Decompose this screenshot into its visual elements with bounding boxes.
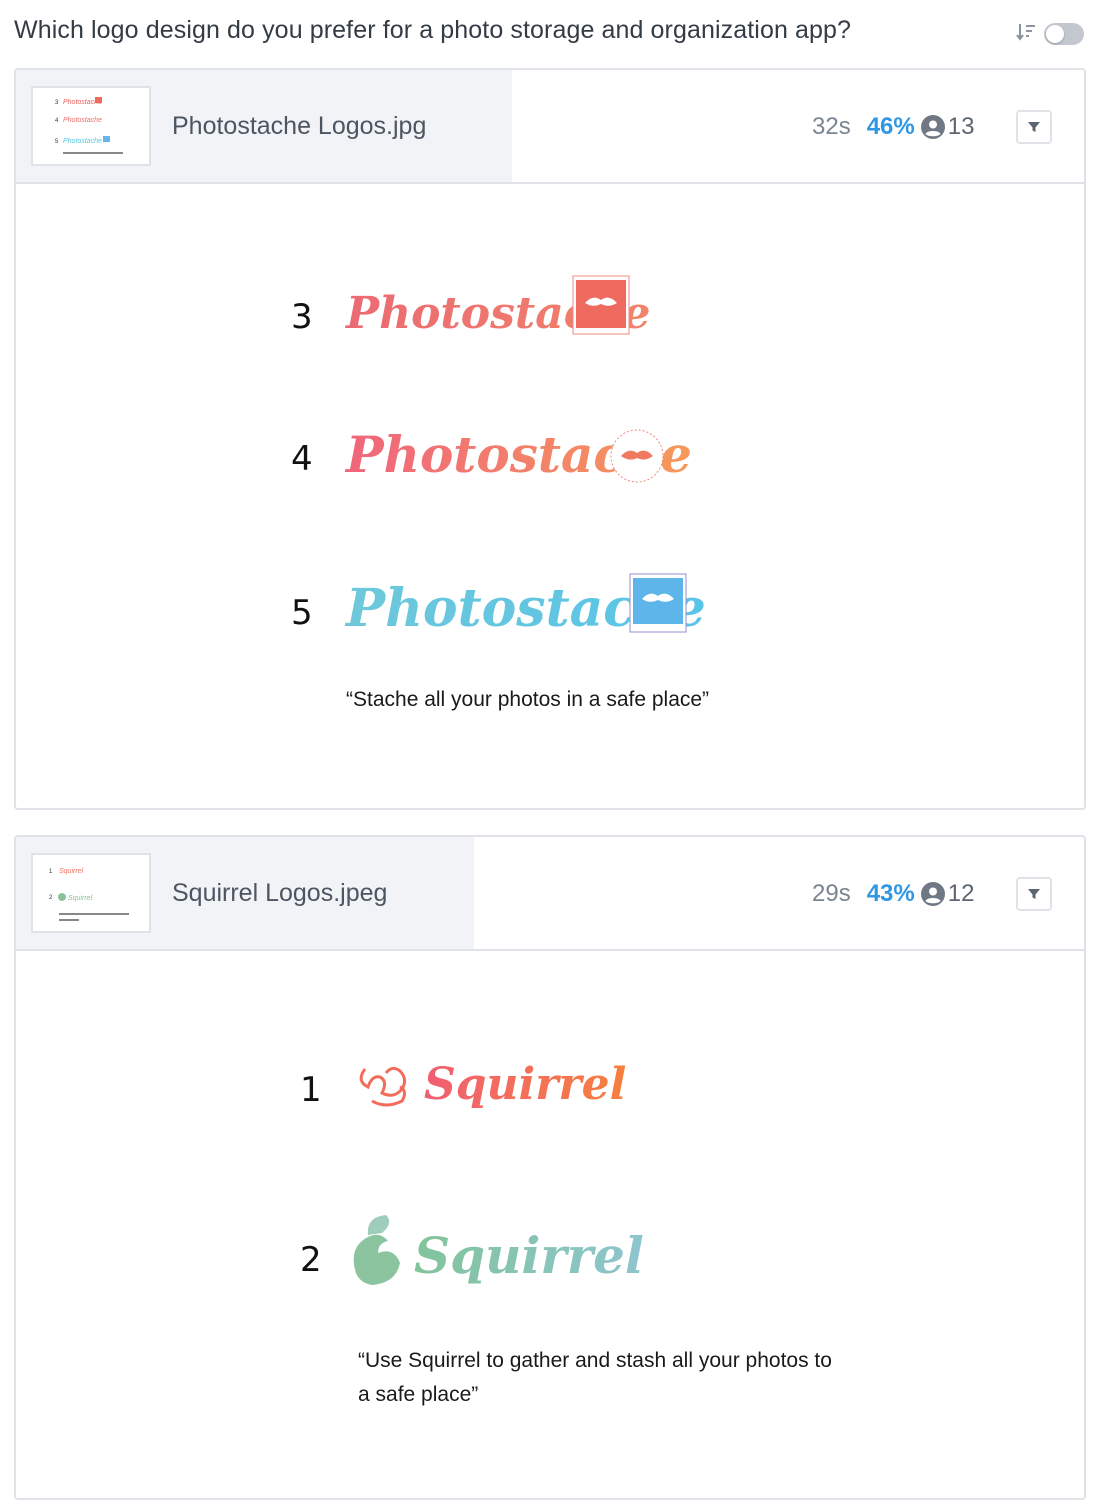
- mustache-badge-icon: [610, 429, 664, 483]
- file-panel: 3 Photostache 4 Photostache 5 Photostach…: [16, 70, 512, 182]
- squirrel-icon: [353, 1215, 400, 1285]
- card-header: 1 Squirrel 2 Squirrel Squirrel Logos.jpe…: [16, 837, 1084, 951]
- squirrel-icon: [359, 1066, 407, 1107]
- svg-text:4: 4: [55, 118, 59, 124]
- filter-button[interactable]: [1016, 110, 1052, 144]
- svg-text:2: 2: [49, 895, 53, 901]
- svg-text:3: 3: [55, 100, 59, 106]
- file-name: Photostache Logos.jpg: [172, 112, 427, 140]
- stats: 32s 46% 13: [812, 111, 974, 143]
- filter-icon: [1028, 889, 1040, 899]
- question-bar: Which logo design do you prefer for a ph…: [14, 14, 1086, 50]
- logo-wordmark: Squirrel: [424, 1059, 626, 1110]
- card-header: 3 Photostache 4 Photostache 5 Photostach…: [16, 70, 1084, 184]
- toggle-knob: [1046, 25, 1064, 43]
- toggle-switch[interactable]: [1044, 23, 1084, 45]
- svg-text:5: 5: [55, 139, 59, 145]
- option-number: 5: [291, 593, 313, 633]
- svg-text:1: 1: [49, 869, 53, 875]
- option-number: 2: [300, 1240, 322, 1280]
- filter-icon: [1028, 122, 1040, 132]
- sort-descending-icon[interactable]: [1014, 20, 1038, 44]
- user-icon: [920, 115, 945, 139]
- svg-text:Photostache: Photostache: [63, 117, 102, 124]
- slide-thumbnail[interactable]: 3 Photostache 4 Photostache 5 Photostach…: [31, 86, 151, 166]
- result-card: 1 Squirrel 2 Squirrel Squirrel Logos.jpe…: [14, 835, 1086, 1500]
- filter-button[interactable]: [1016, 877, 1052, 911]
- svg-text:Squirrel: Squirrel: [59, 868, 84, 875]
- option-number: 1: [300, 1070, 322, 1110]
- slide-thumbnail[interactable]: 1 Squirrel 2 Squirrel: [31, 853, 151, 933]
- respondent-count: 13: [947, 113, 975, 140]
- file-panel: 1 Squirrel 2 Squirrel Squirrel Logos.jpe…: [16, 837, 474, 949]
- result-card: 3 Photostache 4 Photostache 5 Photostach…: [14, 68, 1086, 810]
- option-number: 3: [291, 297, 313, 337]
- file-name: Squirrel Logos.jpeg: [172, 879, 388, 907]
- slide-tagline-line1: “Use Squirrel to gather and stash all yo…: [358, 1349, 832, 1372]
- question-title: Which logo design do you prefer for a ph…: [14, 16, 852, 44]
- mustache-photo-icon: [629, 573, 687, 633]
- vote-percent: 43%: [866, 880, 915, 907]
- slide-tagline-line2: a safe place”: [358, 1383, 478, 1406]
- time-on-task: 32s: [812, 113, 851, 140]
- svg-text:Photostache: Photostache: [63, 138, 102, 145]
- time-on-task: 29s: [812, 880, 851, 907]
- stats: 29s 43% 12: [812, 878, 974, 910]
- option-number: 4: [291, 439, 313, 479]
- vote-percent: 46%: [866, 113, 915, 140]
- user-icon: [920, 882, 945, 906]
- mustache-photo-icon: [572, 275, 630, 335]
- slide-tagline: “Stache all your photos in a safe place”: [346, 688, 709, 711]
- svg-text:Squirrel: Squirrel: [68, 895, 93, 902]
- respondent-count: 12: [947, 880, 975, 907]
- logo-wordmark: Squirrel: [414, 1226, 644, 1285]
